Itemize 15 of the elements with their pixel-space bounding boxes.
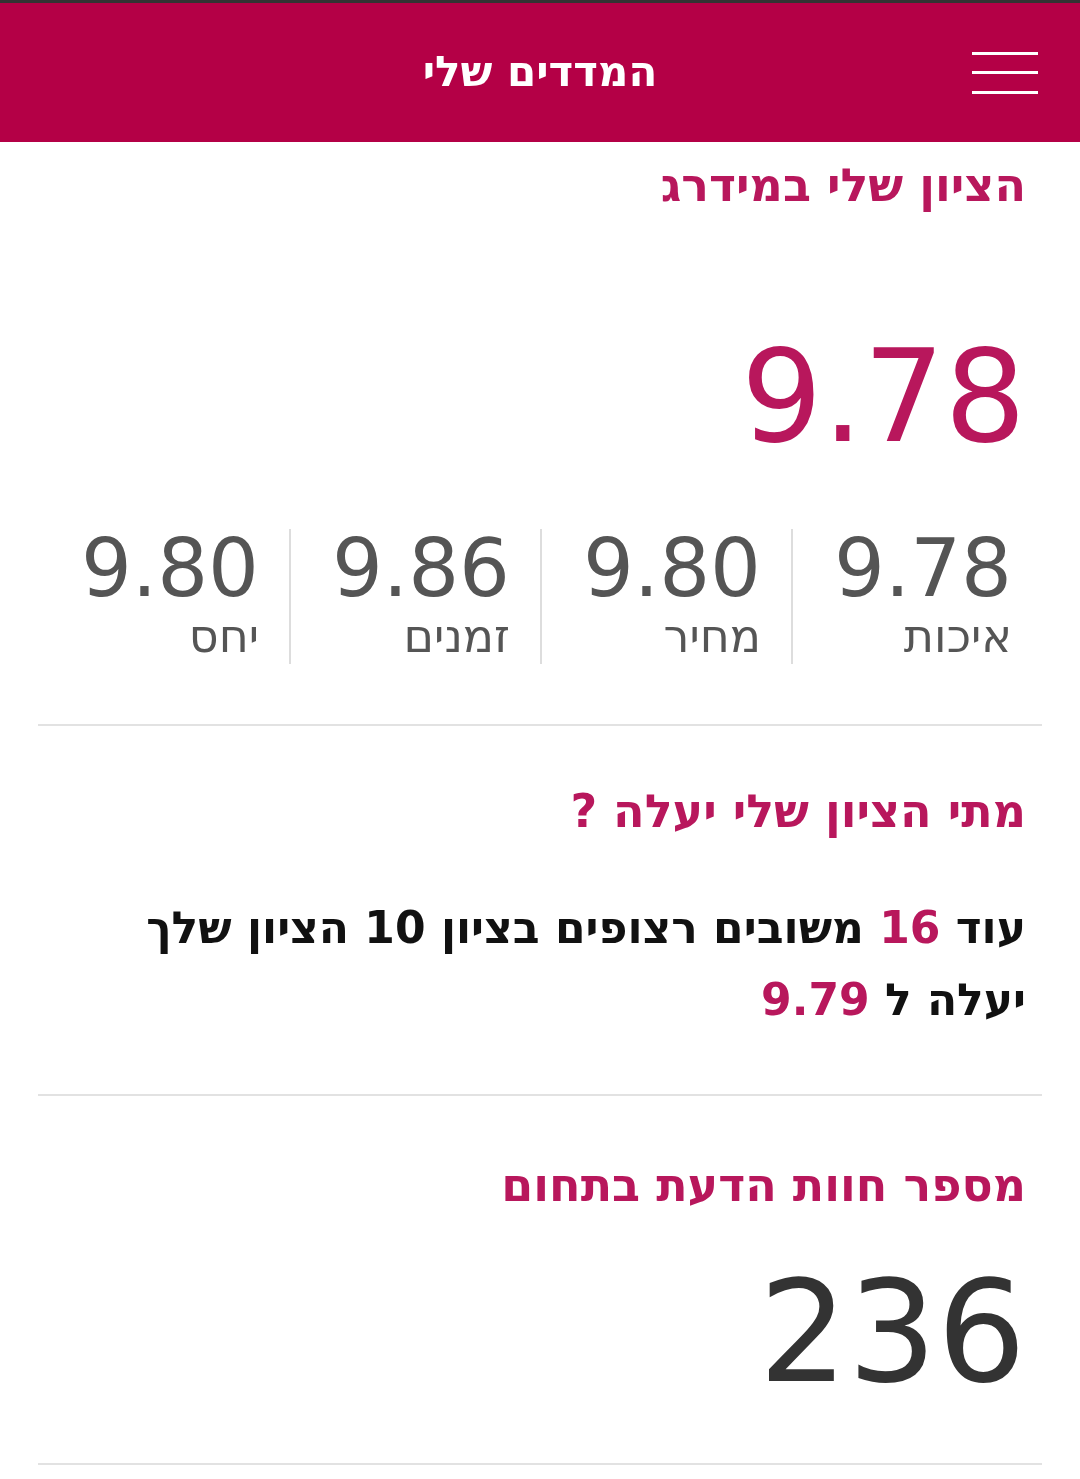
metric-value: 9.80 [80,529,259,610]
review-count: 236 [758,1262,1026,1403]
menu-icon[interactable] [972,51,1038,95]
metric-label: מחיר [663,609,761,665]
page-title: המדדים שלי [422,47,658,98]
metric-value: 9.80 [582,529,761,610]
metric-label: זמנים [403,609,510,665]
section-title: מספר חוות הדעת בתחום [500,1157,1026,1213]
metric-value: 9.86 [331,529,510,610]
metric-value: 9.78 [833,529,1012,610]
overall-score: 9.78 [741,333,1026,462]
section-title: הציון שלי במידרג [659,158,1026,214]
section-title: מתי הציון שלי יעלה ? [569,784,1026,840]
metric-label: איכות [903,609,1012,665]
metric-label: יחס [188,609,259,665]
